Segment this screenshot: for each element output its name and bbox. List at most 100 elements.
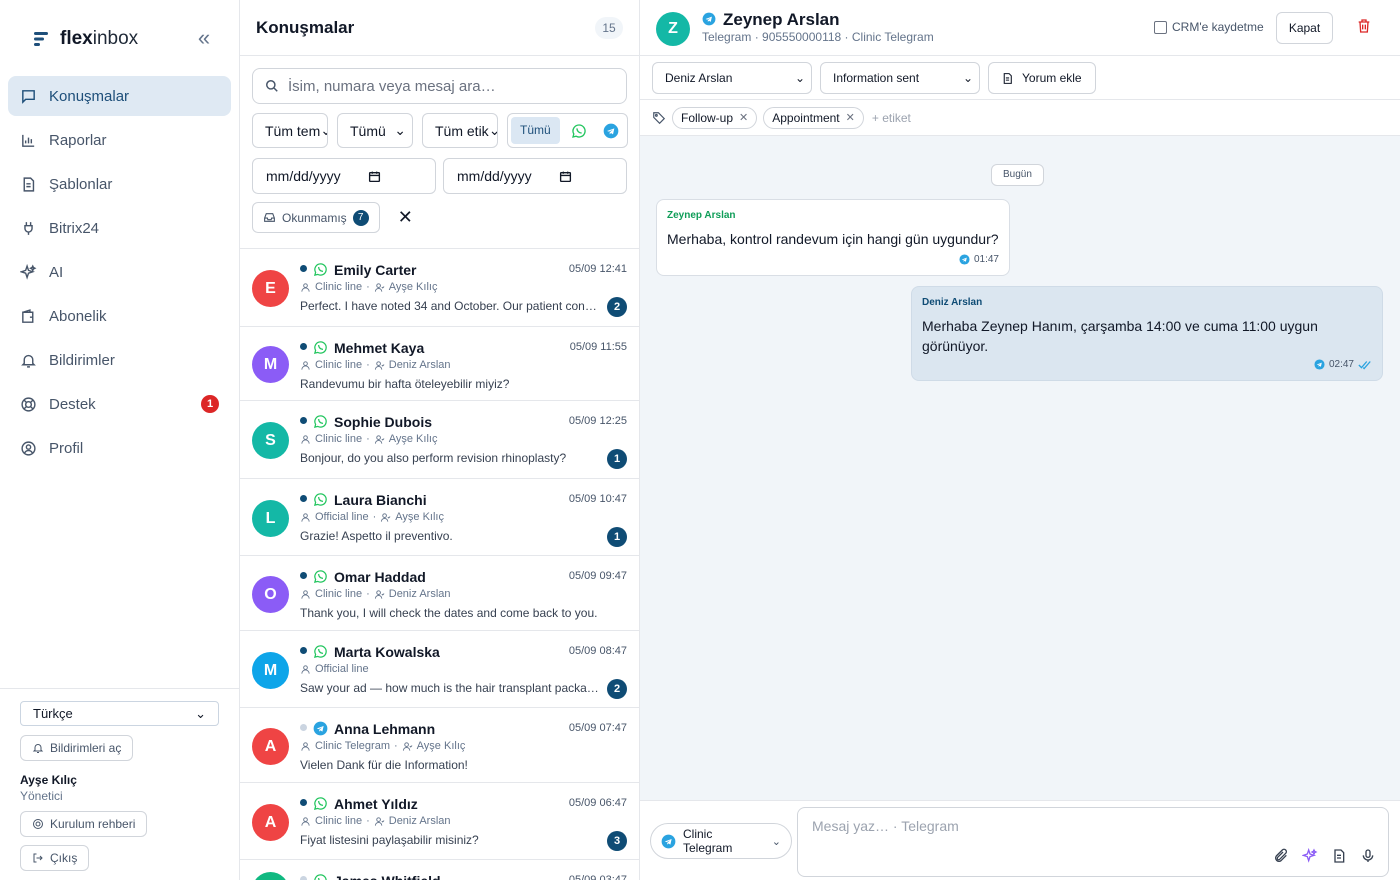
logout-button[interactable]: Çıkış — [20, 845, 90, 871]
sparkle-icon — [20, 263, 37, 280]
sidebar-item-profile[interactable]: Profil — [8, 428, 231, 468]
message-sender: Deniz Arslan — [922, 297, 983, 308]
unread-dot — [300, 417, 307, 424]
conversation-item[interactable]: L Laura Bianchi 05/09 10:47 Official line · A… — [240, 479, 639, 556]
line-person-icon — [300, 434, 311, 445]
sidebar-item-subscription[interactable]: Abonelik — [8, 296, 231, 336]
bell-icon — [32, 744, 44, 753]
unread-dot — [300, 265, 307, 272]
conversation-item[interactable]: A Anna Lehmann 05/09 07:47 Clinic Telegram ·… — [240, 708, 639, 783]
tag-label: Appointment — [772, 110, 840, 125]
tag-chip[interactable]: Follow-up ✕ — [672, 106, 758, 129]
remove-tag-icon[interactable]: ✕ — [846, 111, 855, 124]
message-input[interactable]: Mesaj yaz… · Telegram — [797, 807, 1389, 877]
send-channel-select[interactable]: Clinic Telegram ⌄ — [650, 823, 792, 859]
meta-separator: · — [372, 511, 377, 523]
avatar: O — [252, 576, 289, 613]
conversation-meta: Clinic line · Deniz Arslan — [300, 588, 451, 600]
unread-count-badge: 3 — [607, 831, 627, 851]
last-message: Thank you, I will check the dates and co… — [300, 606, 598, 620]
user-name: Ayşe Kılıç — [20, 773, 77, 787]
whatsapp-icon — [313, 492, 328, 507]
add-tag-button[interactable]: + etiket — [872, 111, 911, 125]
sidebar-item-label: Konuşmalar — [49, 87, 130, 105]
sidebar-item-templates[interactable]: Şablonlar — [8, 164, 231, 204]
last-message: Fiyat listesini paylaşabilir misiniz? — [300, 833, 479, 847]
notifications-btn-wrap: Bildirimleri aç — [20, 735, 219, 761]
assignee-select[interactable]: Deniz Arslan ⌄ — [652, 62, 812, 94]
conversation-count: 15 — [595, 16, 623, 39]
whatsapp-icon — [313, 569, 328, 584]
avatar: J — [252, 872, 289, 880]
whatsapp-icon — [313, 262, 328, 277]
add-comment-label: Yorum ekle — [1022, 71, 1082, 85]
close-conversation-button[interactable]: Kapat — [1276, 12, 1333, 44]
sparkle-icon[interactable] — [1302, 848, 1318, 864]
paperclip-icon[interactable] — [1273, 848, 1289, 864]
conversation-item[interactable]: J James Whitfield 05/09 03:47 — [240, 860, 639, 880]
search-input[interactable]: İsim, numara veya mesaj ara… — [252, 68, 627, 104]
status-filter-select[interactable]: Tümü ⌄ — [337, 113, 413, 148]
unread-dot — [300, 647, 307, 654]
language-select[interactable]: Türkçe ⌄ — [20, 701, 219, 726]
enable-notifications-button[interactable]: Bildirimleri aç — [20, 735, 134, 761]
sidebar-item-conversations[interactable]: Konuşmalar — [8, 76, 231, 116]
line-person-icon — [300, 741, 311, 752]
line-person-icon — [300, 360, 311, 371]
crm-checkbox-label: CRM'e kaydetme — [1172, 20, 1264, 34]
tag-chip[interactable]: Appointment ✕ — [763, 106, 864, 129]
brand-name: flexinbox — [60, 28, 139, 49]
conversation-item[interactable]: E Emily Carter 05/09 12:41 Clinic line · Ayşe… — [240, 249, 639, 327]
sidebar-item-reports[interactable]: Raporlar — [8, 120, 231, 160]
agent-name: Deniz Arslan — [388, 588, 451, 600]
contact-name: Omar Haddad — [334, 569, 426, 585]
stage-select[interactable]: Information sent ⌄ — [820, 62, 980, 94]
wallet-icon — [22, 308, 34, 323]
sidebar-item-support[interactable]: Destek 1 — [8, 384, 231, 424]
bar-chart-icon — [22, 134, 35, 147]
channel-all-button[interactable]: Tümü — [511, 117, 560, 144]
telegram-filter-button[interactable] — [598, 123, 624, 139]
unread-filter-button[interactable]: Okunmamış 7 — [252, 202, 380, 233]
agent-name: Deniz Arslan — [388, 815, 451, 827]
sidebar-item-ai[interactable]: AI — [8, 252, 231, 292]
meta-separator: · — [366, 433, 370, 445]
conversation-meta: Clinic line · Ayşe Kılıç — [300, 281, 437, 293]
logo[interactable]: flexinbox — [34, 28, 138, 50]
chevrons-left-icon[interactable]: « — [193, 27, 215, 50]
date-to-input[interactable]: mm/dd/yyyy — [443, 158, 627, 194]
conversation-item[interactable]: M Mehmet Kaya 05/09 11:55 Clinic line · Deniz… — [240, 327, 639, 401]
sidebar-footer: Türkçe ⌄ Bildirimleri aç Ayşe Kılıç Yönet… — [0, 688, 239, 871]
team-filter-value: Tüm tem — [265, 122, 321, 139]
timestamp: 05/09 12:25 — [568, 415, 627, 427]
unread-dot — [300, 724, 307, 731]
sidebar-item-notifications[interactable]: Bildirimler — [8, 340, 231, 380]
sidebar-item-bitrix24[interactable]: Bitrix24 — [8, 208, 231, 248]
trash-icon[interactable] — [1356, 18, 1372, 34]
agent-icon — [380, 512, 391, 523]
date-from-input[interactable]: mm/dd/yyyy — [252, 158, 436, 194]
avatar: L — [252, 500, 289, 537]
unread-dot — [300, 876, 307, 880]
telegram-icon — [1314, 359, 1325, 370]
team-filter-select[interactable]: Tüm tem⌄ — [252, 113, 328, 148]
remove-tag-icon[interactable]: ✕ — [739, 111, 748, 124]
crm-checkbox[interactable]: CRM'e kaydetme — [1154, 20, 1264, 34]
setup-guide-button[interactable]: Kurulum rehberi — [20, 811, 148, 837]
conversation-item[interactable]: M Marta Kowalska 05/09 08:47 Official line S… — [240, 631, 639, 708]
conversation-item[interactable]: A Ahmet Yıldız 05/09 06:47 Clinic line · Deni… — [240, 783, 639, 860]
timestamp: 05/09 11:55 — [569, 341, 627, 353]
clear-filters-close-icon[interactable]: ✕ — [398, 207, 413, 228]
search-icon — [266, 80, 278, 92]
template-icon[interactable] — [1331, 848, 1347, 864]
microphone-icon[interactable] — [1360, 848, 1376, 864]
conversation-item[interactable]: O Omar Haddad 05/09 09:47 Clinic line · Deniz… — [240, 556, 639, 631]
tag-filter-select[interactable]: Tüm etik⌄ — [422, 113, 498, 148]
conversation-item[interactable]: S Sophie Dubois 05/09 12:25 Clinic line · Ayş… — [240, 401, 639, 479]
agent-name: Ayşe Kılıç — [388, 433, 438, 445]
add-comment-button[interactable]: Yorum ekle — [988, 62, 1096, 94]
timestamp: 05/09 10:47 — [568, 493, 627, 505]
outgoing-message: Deniz Arslan Merhaba Zeynep Hanım, çarşa… — [911, 286, 1383, 381]
whatsapp-filter-button[interactable] — [566, 123, 592, 139]
last-message: Bonjour, do you also perform revision rh… — [300, 451, 567, 465]
